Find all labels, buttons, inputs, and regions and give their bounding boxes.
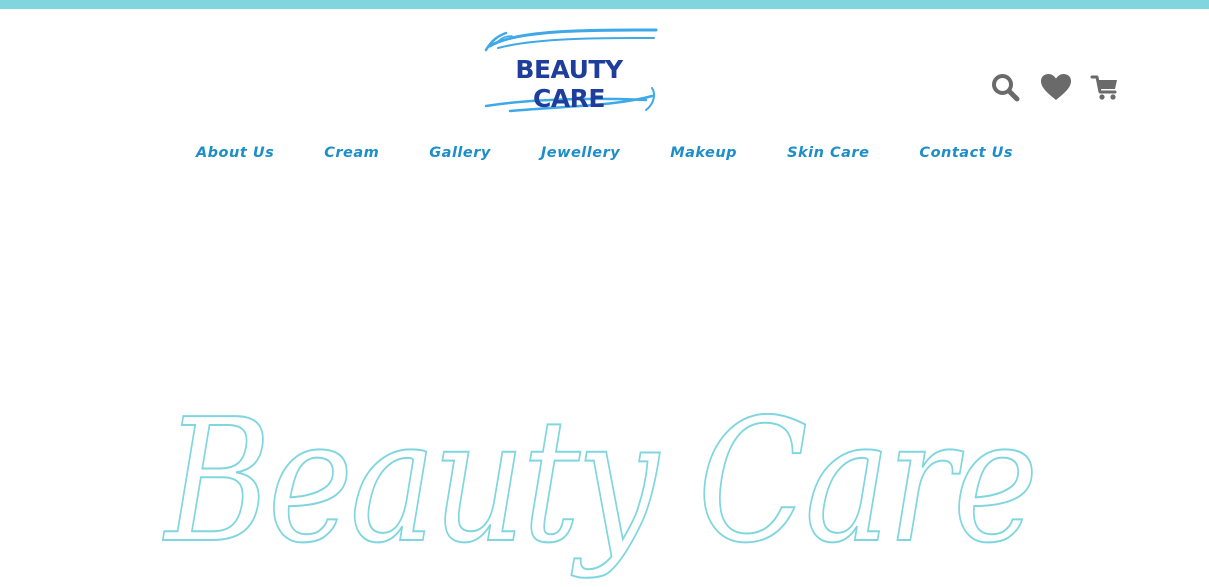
search-icon[interactable] bbox=[988, 70, 1022, 104]
nav-skin-care[interactable]: Skin Care bbox=[762, 142, 894, 166]
hero-title-svg: Beauty Care bbox=[161, 382, 1040, 582]
site-logo[interactable]: BEAUTY CARE bbox=[476, 24, 666, 116]
nav-gallery[interactable]: Gallery bbox=[404, 142, 516, 166]
nav-cream[interactable]: Cream bbox=[299, 142, 404, 166]
nav-contact-us[interactable]: Contact Us bbox=[894, 142, 1038, 166]
heart-icon[interactable] bbox=[1039, 70, 1073, 104]
main-nav: About Us Cream Gallery Jewellery Makeup … bbox=[0, 142, 1209, 166]
header-icons bbox=[988, 70, 1123, 104]
page: BEAUTY CARE About Us Cream Gallery Jewel… bbox=[0, 0, 1209, 587]
hero-banner: Beauty Care bbox=[150, 380, 1050, 587]
logo-text: BEAUTY CARE bbox=[515, 55, 623, 113]
nav-jewellery[interactable]: Jewellery bbox=[516, 142, 645, 166]
top-accent-bar bbox=[0, 0, 1209, 9]
hero-title: Beauty Care bbox=[162, 383, 1035, 581]
cart-icon[interactable] bbox=[1088, 70, 1122, 104]
nav-makeup[interactable]: Makeup bbox=[645, 142, 762, 166]
nav-about-us[interactable]: About Us bbox=[171, 142, 299, 166]
